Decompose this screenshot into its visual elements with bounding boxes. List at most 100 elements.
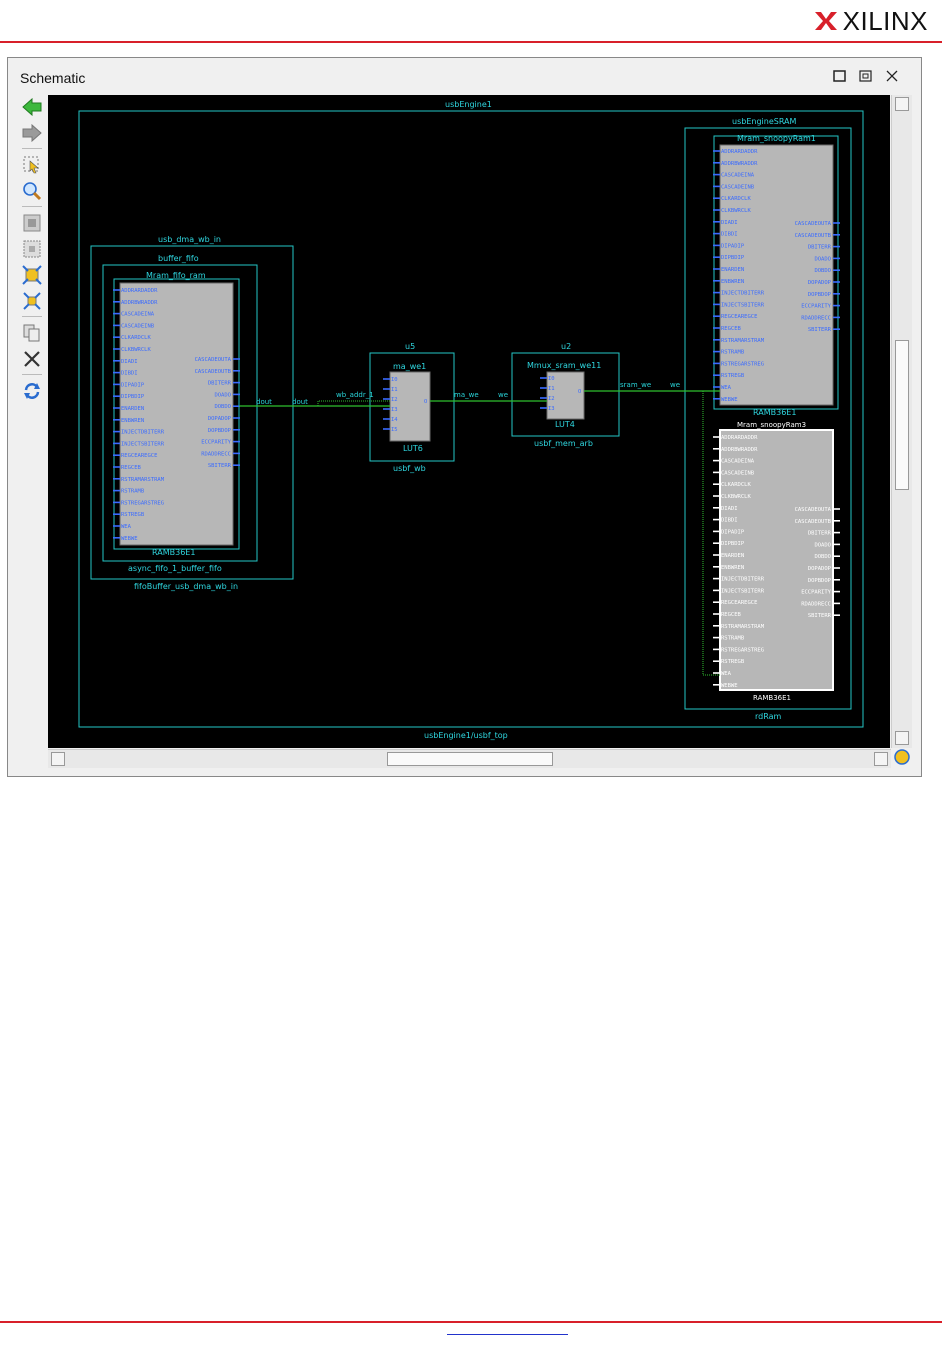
scroll-down-button[interactable] xyxy=(895,731,909,745)
net-label-2: dout xyxy=(292,398,308,406)
zoom-area-icon[interactable] xyxy=(18,238,46,260)
pin-label: DIPBDIP xyxy=(721,255,745,261)
pin-label: DIPADIP xyxy=(721,529,745,535)
pin-label: RSTRAMARSTRAM xyxy=(721,624,765,630)
pin-label: INJECTDBITERR xyxy=(721,577,765,583)
pin-label: WEBWE xyxy=(721,683,738,689)
right-ram2-title: Mram_snoopyRam3 xyxy=(737,421,806,429)
schematic-canvas[interactable]: usbEngine1 usbEngine1/usbf_top usb_dma_w… xyxy=(48,95,890,748)
pin-label: REGCEB xyxy=(721,326,742,332)
pin-label: INJECTSBITERR xyxy=(121,441,165,447)
top-cell-bottom-label: usbEngine1/usbf_top xyxy=(424,731,508,740)
scroll-right-button[interactable] xyxy=(874,752,888,766)
pin-label: ECCPARITY xyxy=(801,304,831,310)
pin-label: DIBDI xyxy=(721,232,738,238)
scroll-left-button[interactable] xyxy=(51,752,65,766)
pin-label: RSTREGARSTREG xyxy=(721,647,764,653)
footer-link[interactable] xyxy=(447,1334,568,1335)
pin-label: ADDRARDADDR xyxy=(121,288,158,294)
pin-label: RDADDRECC xyxy=(201,451,231,457)
pin-label: INJECTDBITERR xyxy=(721,291,765,297)
select-icon[interactable] xyxy=(18,154,46,176)
pin-label: I0 xyxy=(391,377,398,383)
pin-label: CASCADEINB xyxy=(721,470,755,476)
zoom-fit-icon[interactable] xyxy=(18,212,46,234)
toolbar-separator xyxy=(22,206,42,207)
toolbar-separator xyxy=(22,316,42,317)
pin-label: I0 xyxy=(548,376,555,382)
pin-label: SBITERR xyxy=(808,327,832,333)
pin-label: DBITERR xyxy=(808,531,832,537)
pin-label: RDADDRECC xyxy=(801,601,831,607)
pin-label: RSTREGB xyxy=(121,512,145,518)
pin-label: ADDRBWRADDR xyxy=(721,447,758,453)
zoom-icon[interactable] xyxy=(18,180,46,202)
pin-label: ENBWREN xyxy=(721,565,744,571)
u2-inst: u2 xyxy=(561,342,571,351)
pin-label: CLKARDCLK xyxy=(721,482,751,488)
back-arrow-icon[interactable] xyxy=(18,96,46,118)
pin-label: ECCPARITY xyxy=(201,440,231,446)
right-ram1-title: Mram_snoopyRam1 xyxy=(737,134,816,143)
pin-label: RSTRAMB xyxy=(721,350,745,356)
footer-rule xyxy=(0,1321,942,1323)
schematic-drawing: usbEngine1 usbEngine1/usbf_top usb_dma_w… xyxy=(78,100,864,740)
horizontal-scroll-thumb[interactable] xyxy=(387,752,553,766)
pin-label: CLKBWRCLK xyxy=(721,494,751,500)
pin-label: ENBWREN xyxy=(721,279,744,285)
refresh-icon[interactable] xyxy=(18,380,46,402)
pin-label: CASCADEOUTA xyxy=(795,221,832,227)
pin-label: DIPADIP xyxy=(721,243,745,249)
vertical-scrollbar[interactable] xyxy=(891,95,912,748)
pin-label: DOPADOP xyxy=(208,416,232,422)
pin-label: REGCEB xyxy=(121,465,142,471)
pin-label: CLKBWRCLK xyxy=(121,347,151,353)
expand-icon[interactable] xyxy=(18,264,46,286)
horizontal-scrollbar[interactable] xyxy=(48,749,891,768)
pin-label: DOBDO xyxy=(214,404,231,410)
pin-label: DIADI xyxy=(121,359,138,365)
copy-icon[interactable] xyxy=(18,322,46,344)
pin-label: DOPBDOP xyxy=(208,428,232,434)
window-title: Schematic xyxy=(20,70,86,86)
pin-label: DOADO xyxy=(814,542,831,548)
pin-label: CASCADEOUTB xyxy=(795,519,832,525)
navigator-icon[interactable] xyxy=(894,749,910,765)
restore-icon[interactable] xyxy=(858,68,874,84)
pin-label: DIPADIP xyxy=(121,382,145,388)
net-label-4: ma_we xyxy=(454,391,479,399)
forward-arrow-icon[interactable] xyxy=(18,122,46,144)
maximize-icon[interactable] xyxy=(832,68,848,84)
net-label-6: sram_we xyxy=(620,381,651,389)
net-we-rdram xyxy=(702,391,720,676)
pin-label: I5 xyxy=(391,427,398,433)
left-ram-title: Mram_fifo_ram xyxy=(146,271,206,280)
vertical-scroll-thumb[interactable] xyxy=(895,340,909,490)
pin-label: RSTREGB xyxy=(721,373,745,379)
pin-label: RSTRAMB xyxy=(121,489,145,495)
net-label-1: dout xyxy=(256,398,272,406)
u2-title: Mmux_sram_we11 xyxy=(527,361,601,370)
pin-label: ADDRBWRADDR xyxy=(121,300,158,306)
pin-label: CLKARDCLK xyxy=(121,335,151,341)
pin-label: ENBWREN xyxy=(121,418,144,424)
pin-label: DBITERR xyxy=(208,381,232,387)
close-icon[interactable] xyxy=(884,68,900,84)
left-outer-bottom: fifoBuffer_usb_dma_wb_in xyxy=(134,582,238,591)
pin-label: DOPBDOP xyxy=(808,292,832,298)
pin-label: REGCEB xyxy=(721,612,742,618)
left-inner-bottom: async_fifo_1_buffer_fifo xyxy=(128,564,222,573)
delete-icon[interactable] xyxy=(18,348,46,370)
pin-label: WEA xyxy=(121,524,132,530)
scroll-up-button[interactable] xyxy=(895,97,909,111)
pin-label: I3 xyxy=(548,406,555,412)
pin-label: RSTREGARSTREG xyxy=(121,500,164,506)
pin-label: CASCADEOUTA xyxy=(195,357,232,363)
pin-label: DOADO xyxy=(814,256,831,262)
pin-label: REGCEAREGCE xyxy=(721,600,757,606)
pin-label: CASCADEOUTB xyxy=(795,233,832,239)
xilinx-mark-icon xyxy=(814,12,837,30)
collapse-icon[interactable] xyxy=(18,290,46,312)
pin-label: DBITERR xyxy=(808,245,832,251)
pin-label: I1 xyxy=(391,387,398,393)
